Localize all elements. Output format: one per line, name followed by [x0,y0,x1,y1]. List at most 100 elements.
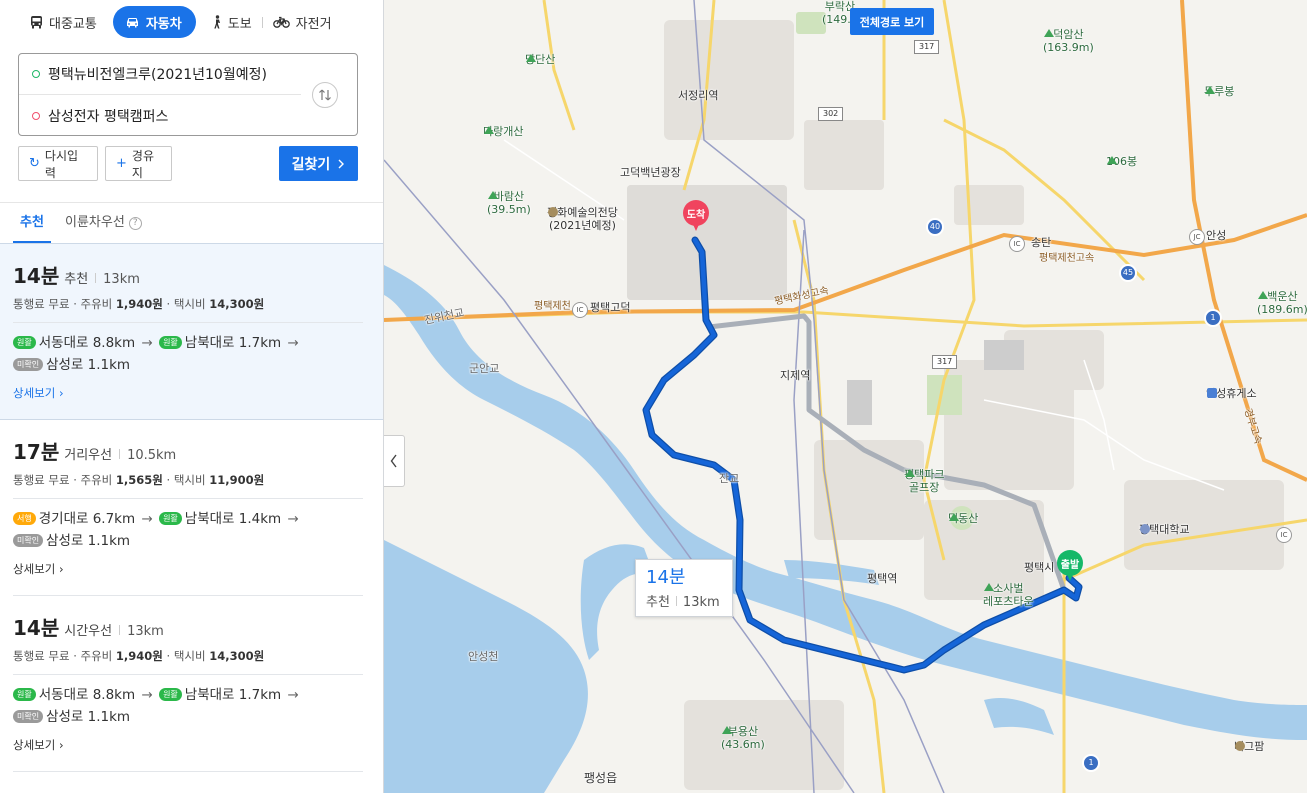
expressway-shield: 1 [1204,309,1222,327]
arrival-pin-tail [691,220,701,231]
place-label[interactable]: 평택대학교 [1139,523,1190,536]
poi-label[interactable]: 백운산 (189.6m) [1257,290,1307,316]
poi-label[interactable]: 버그팜 [1234,740,1264,753]
mode-walk[interactable]: 도보 [202,6,262,38]
poi-label[interactable]: 당단산 [525,53,555,66]
arrow-right-icon: → [137,335,158,351]
detail-label: 상세보기 [13,562,56,576]
poi-label[interactable]: 평택파크 골프장 [904,468,944,494]
waypoint-label: 경유지 [131,148,154,180]
arrow-right-icon: → [283,687,299,703]
chevron-right-icon: › [58,738,64,752]
place-label[interactable]: 안성 [1206,229,1226,242]
card-label: 거리우선 [64,448,113,463]
poi-label[interactable]: 106봉 [1106,155,1137,168]
road-segment: 남북대로 1.7km [184,335,282,351]
full-route-button[interactable]: 전체경로 보기 [850,8,934,35]
detail-link[interactable]: 상세보기 › [13,737,64,753]
traffic-badge: 미확인 [13,534,44,547]
poi-label[interactable]: 평화예술의전당 (2021년예정) [547,206,618,232]
expressway-shield: 40 [926,218,944,236]
start-value: 평택뉴비전엘크루(2021년10월예정) [48,67,267,83]
detail-link[interactable]: 상세보기 › [13,385,64,401]
tab-recommended-label: 추천 [20,215,44,230]
card-costs: 통행료 무료 · 주유비 1,565원 · 택시비 11,900원 [13,472,264,488]
popup-distance: 13km [682,595,720,610]
poi-label[interactable]: 소사벌 레포츠타운 [983,582,1034,608]
route-option-tabs: 추천 이륜차우선? [0,202,383,244]
poi-label[interactable]: 바람산 (39.5m) [487,190,531,216]
card-distance: 13km [127,624,164,639]
traffic-badge: 서행 [13,512,36,525]
station-label[interactable]: 서정리역 [678,89,718,102]
add-waypoint-button[interactable]: + 경유지 [105,146,172,181]
river-label: 안성천 [468,650,499,663]
mode-car-label: 자동차 [145,16,182,32]
route-result-card[interactable]: 17분 거리우선 10.5km 통행료 무료 · 주유비 1,565원 · 택시… [0,420,383,596]
end-dot-icon [32,111,40,120]
mountain-icon [722,726,732,734]
traffic-badge: 미확인 [13,710,44,723]
walk-icon [214,15,220,29]
traffic-badge: 원활 [159,688,182,701]
tab-motorcycle-priority[interactable]: 이륜차우선? [65,203,142,243]
card-time: 17분 [13,440,60,464]
departure-marker[interactable]: 출발 [1057,550,1083,584]
car-icon [126,18,138,28]
mountain-icon [1044,29,1054,37]
card-divider [13,498,363,499]
tab-motorcycle-label: 이륜차우선 [65,215,125,230]
start-field[interactable]: 평택뉴비전엘크루(2021년10월예정) [19,54,301,95]
card-header: 14분 시간우선 13km [13,612,164,641]
search-route-button[interactable]: 길찾기 [279,146,358,181]
road-segment: 서동대로 8.8km [38,687,136,703]
poi-label[interactable]: 다랑개산 [483,125,523,138]
rest-area-icon [1207,388,1217,398]
arrival-marker[interactable]: 도착 [683,200,709,234]
end-field[interactable]: 삼성전자 평택캠퍼스 [19,95,301,136]
bridge-label: 군안교 [469,362,500,375]
expressway-shield: 1 [1082,754,1100,772]
highway-label: 평택제천고속 [1039,253,1095,264]
card-roads: 서행 경기대로 6.7km → 원활 남북대로 1.4km → 미확인 삼성로 1.1… [13,508,301,552]
route-summary-popup[interactable]: 14분 추천 13km [635,559,733,617]
arrow-right-icon: → [137,687,158,703]
place-label[interactable]: 안성휴게소 [1206,387,1257,400]
collapse-sidebar-button[interactable] [384,435,405,487]
poi-label[interactable]: 두루봉 [1204,85,1234,98]
road-segment: 남북대로 1.4km [184,511,282,527]
map-view[interactable]: 전체경로 보기 부락산 (149.4 덕암산 (163.9m) 당단산 서정리역… [384,0,1307,793]
station-label[interactable]: 평택시 [1024,561,1054,574]
swap-arrows-icon [319,89,331,101]
mode-car[interactable]: 자동차 [112,6,196,38]
route-result-card[interactable]: 14분 시간우선 13km 통행료 무료 · 주유비 1,940원 · 택시비 … [0,596,383,772]
departure-pin-tail [1065,570,1075,581]
station-label[interactable]: 평택역 [867,572,897,585]
card-divider [13,322,363,323]
district-label[interactable]: 팽성읍 [584,772,617,785]
card-roads: 원활 서동대로 8.8km → 원활 남북대로 1.7km → 미확인 삼성로 1.1… [13,332,301,376]
bicycle-icon [272,16,290,28]
poi-label[interactable]: 덕동산 [948,512,978,525]
mode-transit-label: 대중교통 [49,16,97,32]
mode-transit[interactable]: 대중교통 [20,6,107,38]
poi-label[interactable]: 덕암산 (163.9m) [1043,28,1094,54]
tab-recommended[interactable]: 추천 [13,203,51,243]
station-label[interactable]: 지제역 [780,369,810,382]
chevron-right-icon: › [58,562,64,576]
route-input-box: 평택뉴비전엘크루(2021년10월예정) 삼성전자 평택캠퍼스 [18,53,358,136]
help-icon[interactable]: ? [128,217,142,230]
place-label[interactable]: 송탄 [1031,236,1051,249]
mode-bicycle[interactable]: 자전거 [263,6,342,38]
poi-label[interactable]: 부용산 (43.6m) [721,725,765,751]
traffic-badge: 원활 [13,336,36,349]
traffic-badge: 원활 [13,688,36,701]
card-distance: 10.5km [127,448,177,463]
route-result-card[interactable]: 14분 추천 13km 통행료 무료 · 주유비 1,940원 · 택시비 14… [0,243,383,420]
swap-button[interactable] [312,82,338,108]
sports-icon [984,583,994,591]
reset-button[interactable]: ↻ 다시입력 [18,146,98,181]
detail-link[interactable]: 상세보기 › [13,561,64,577]
place-label[interactable]: 평택고덕 [590,301,630,314]
place-label[interactable]: 고덕백년광장 [620,166,681,179]
